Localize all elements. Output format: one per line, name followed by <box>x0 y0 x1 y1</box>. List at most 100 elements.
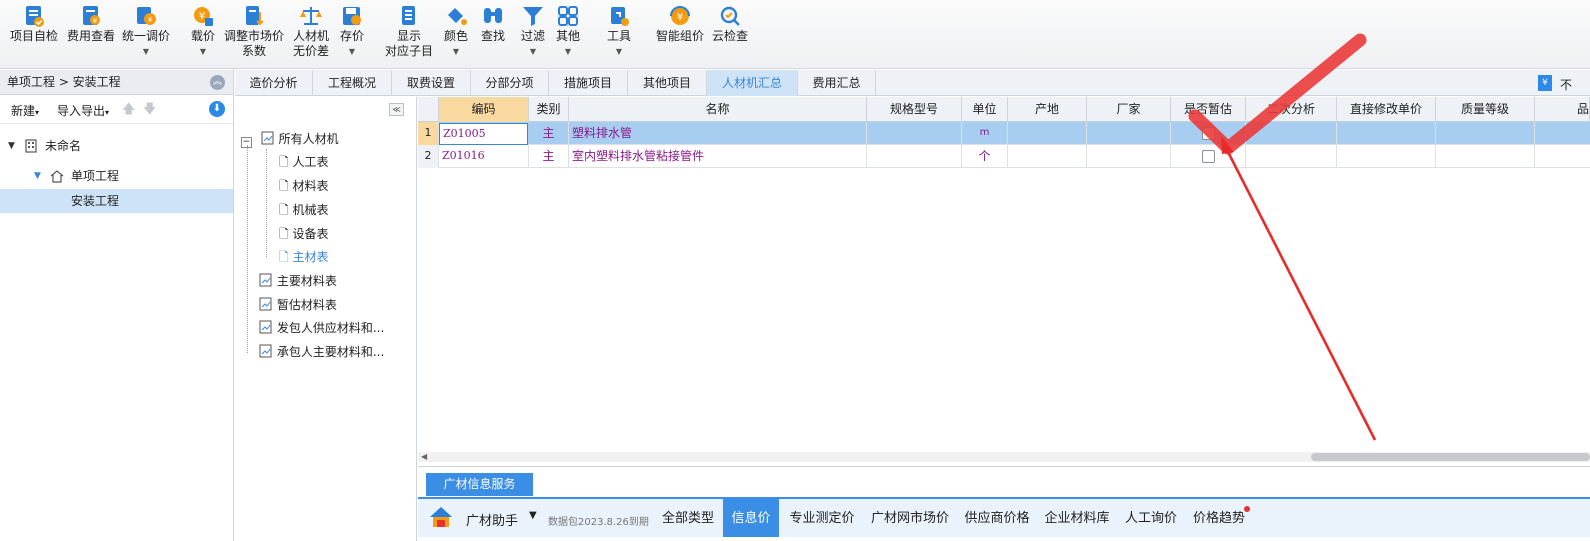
module-tabs: 造价分析 工程概况 取费设置 分部分项 措施项目 其他项目 人材机汇总 费用汇总… <box>235 70 1590 96</box>
column-header[interactable]: 厂家 <box>1087 97 1171 122</box>
tree-item-single-project[interactable]: ▼ 单项工程 <box>0 164 233 188</box>
table-folder-icon <box>259 297 272 311</box>
tab-all-types[interactable]: 全部类型 <box>658 499 718 537</box>
tree-item-label: 承包人主要材料和... <box>276 345 385 359</box>
info-service-panel: 广材信息服务 广材助手 ▼ 数据包2023.8.26到期 全部类型 信息价 专业… <box>418 466 1590 541</box>
download-icon[interactable]: ⬇ <box>209 101 225 117</box>
type-cell[interactable]: 主 <box>529 122 569 145</box>
table-folder-icon <box>259 344 272 358</box>
spec-cell[interactable] <box>867 122 962 145</box>
column-header[interactable]: 是否暂估 <box>1171 97 1246 122</box>
code-cell[interactable]: Z01016 <box>439 145 529 168</box>
import-export-button[interactable]: 导入导出▾ <box>57 102 109 119</box>
column-header[interactable]: 编码 <box>439 97 529 122</box>
svg-text:¥: ¥ <box>199 11 205 22</box>
direct-price-cell[interactable] <box>1337 122 1436 145</box>
tab-professional-price[interactable]: 专业测定价 <box>783 499 861 537</box>
tools-button[interactable]: 工具 ▼ <box>589 2 649 66</box>
scroll-left-icon[interactable]: ◀ <box>421 452 427 462</box>
tab-enterprise-library[interactable]: 企业材料库 <box>1039 499 1115 537</box>
tree-item-machine-table[interactable]: 🗋 机械表 <box>279 199 329 221</box>
unit-cell[interactable]: 个 <box>962 145 1008 168</box>
move-up-icon[interactable]: 🡅 <box>122 100 135 122</box>
table-row[interactable]: 1 Z01005 主 塑料排水管 m <box>418 122 1590 145</box>
assistant-title[interactable]: 广材助手 <box>466 510 518 529</box>
name-cell[interactable]: 室内塑料排水管粘接管件 <box>569 145 867 168</box>
column-header[interactable]: 质量等级 <box>1436 97 1535 122</box>
caret-down-icon[interactable]: ▼ <box>34 164 41 188</box>
table-folder-icon <box>259 273 272 287</box>
name-cell[interactable]: 塑料排水管 <box>569 122 867 145</box>
cloud-check-button[interactable]: 云检查 <box>700 2 760 66</box>
column-header[interactable]: 单位 <box>962 97 1008 122</box>
tree-item-provisional-materials[interactable]: 暂估材料表 <box>259 294 337 316</box>
tab-fee-settings[interactable]: 取费设置 <box>392 70 471 96</box>
tab-info-price[interactable]: 信息价 <box>723 499 779 537</box>
new-button[interactable]: 新建▾ <box>11 102 39 119</box>
maker-cell[interactable] <box>1087 122 1171 145</box>
secondary-analysis-cell[interactable] <box>1246 145 1337 168</box>
tree-item-main-material-table[interactable]: 🗋 主材表 <box>279 246 329 268</box>
scrollbar-thumb[interactable] <box>1311 453 1590 461</box>
tree-item-label: 暂估材料表 <box>276 298 337 312</box>
secondary-analysis-cell[interactable] <box>1246 122 1337 145</box>
table-row[interactable]: 2 Z01016 主 室内塑料排水管粘接管件 个 <box>418 145 1590 168</box>
collapse-up-icon[interactable]: ︽ <box>210 75 225 90</box>
tab-fee-summary[interactable]: 费用汇总 <box>798 70 876 96</box>
tab-measure-items[interactable]: 措施项目 <box>549 70 628 96</box>
adjust-market-price-icon <box>246 6 264 26</box>
tree-item-labor-table[interactable]: 🗋 人工表 <box>279 151 329 173</box>
tree-item-employer-supplied[interactable]: 发包人供应材料和... <box>259 317 384 339</box>
column-header[interactable]: 二次分析 <box>1246 97 1337 122</box>
code-input[interactable]: Z01005 <box>439 123 528 145</box>
tab-other-items[interactable]: 其他项目 <box>628 70 707 96</box>
tab-sub-items[interactable]: 分部分项 <box>471 70 549 96</box>
tree-item-contractor-materials[interactable]: 承包人主要材料和... <box>259 341 384 363</box>
spec-cell[interactable] <box>867 145 962 168</box>
column-header[interactable]: 产地 <box>1008 97 1087 122</box>
tab-supplier-price[interactable]: 供应商价格 <box>959 499 1035 537</box>
column-header[interactable]: 直接修改单价 <box>1337 97 1436 122</box>
caret-down-icon[interactable]: ▼ <box>529 510 537 521</box>
origin-cell[interactable] <box>1008 122 1087 145</box>
tree-item-major-materials[interactable]: 主要材料表 <box>259 270 337 292</box>
tree-item-all-materials[interactable]: − 所有人材机 <box>241 128 339 150</box>
currency-icon[interactable]: ¥ <box>1538 75 1552 91</box>
maker-cell[interactable] <box>1087 145 1171 168</box>
tree-item-equipment-table[interactable]: 🗋 设备表 <box>279 223 329 245</box>
direct-price-cell[interactable] <box>1337 145 1436 168</box>
tab-cost-analysis[interactable]: 造价分析 <box>235 70 313 96</box>
tree-item-install-project[interactable]: 安装工程 <box>0 189 233 213</box>
tab-market-price[interactable]: 广材网市场价 <box>865 499 955 537</box>
tree-item-project[interactable]: ▼ 未命名 <box>0 134 233 158</box>
column-header[interactable]: 品 <box>1535 97 1590 122</box>
document-icon: 🗋 <box>279 227 289 241</box>
type-cell[interactable]: 主 <box>529 145 569 168</box>
tree-item-label: 设备表 <box>292 227 329 241</box>
horizontal-scrollbar[interactable]: ◀ <box>418 452 1590 462</box>
tab-price-trend[interactable]: 价格趋势 <box>1187 499 1251 537</box>
load-price-icon: ¥ <box>194 7 213 26</box>
move-down-icon[interactable]: 🡇 <box>143 100 156 122</box>
tree-item-material-table[interactable]: 🗋 材料表 <box>279 175 329 197</box>
column-header[interactable]: 类别 <box>529 97 569 122</box>
quality-grade-cell[interactable] <box>1436 122 1535 145</box>
tree-item-label: 主材表 <box>292 250 329 264</box>
document-icon: 🗋 <box>279 203 289 217</box>
svg-text:¥: ¥ <box>677 12 683 23</box>
tree-collapse-icon[interactable]: − <box>241 137 252 148</box>
tab-labor-material-machine-summary[interactable]: 人材机汇总 <box>707 70 798 96</box>
unit-cell[interactable]: m <box>962 122 1008 145</box>
column-header[interactable]: 名称 <box>569 97 867 122</box>
origin-cell[interactable] <box>1008 145 1087 168</box>
tab-info-service[interactable]: 广材信息服务 <box>426 473 533 496</box>
tab-project-overview[interactable]: 工程概况 <box>313 70 392 96</box>
tab-labor-inquiry[interactable]: 人工询价 <box>1119 499 1183 537</box>
column-header[interactable]: 规格型号 <box>867 97 962 122</box>
quality-grade-cell[interactable] <box>1436 145 1535 168</box>
caret-down-icon[interactable]: ▼ <box>8 134 15 158</box>
provisional-checkbox[interactable] <box>1202 150 1215 163</box>
collapse-left-icon[interactable]: ≪ <box>389 103 404 116</box>
tree-item-label: 所有人材机 <box>278 132 339 146</box>
provisional-checkbox[interactable] <box>1202 127 1215 140</box>
